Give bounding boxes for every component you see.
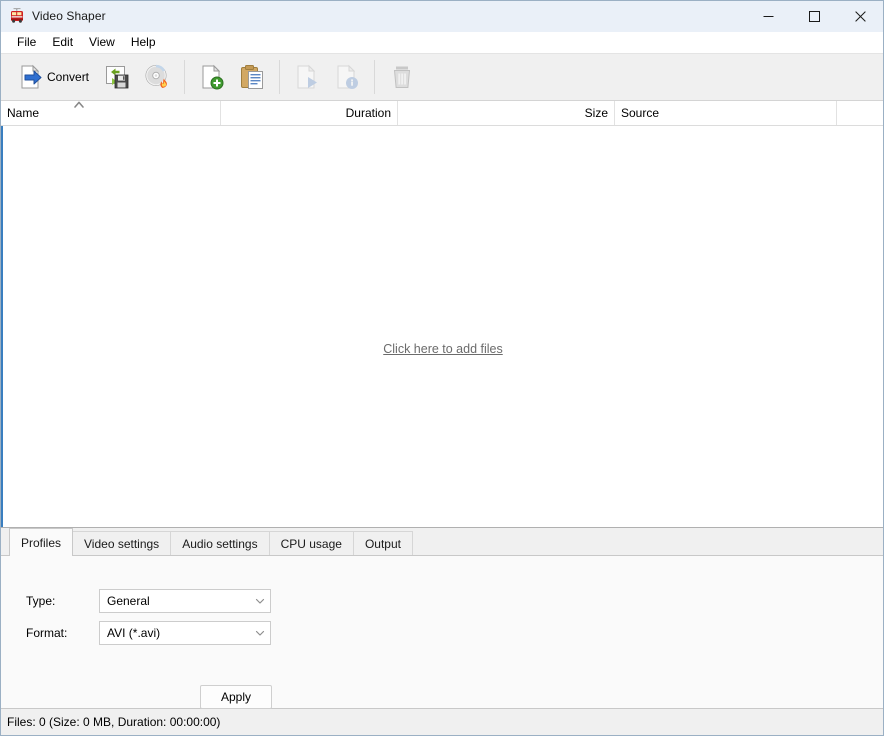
delete-button bbox=[382, 56, 422, 98]
app-window: Video Shaper File Edit View Help Convert… bbox=[0, 0, 884, 736]
page-info-icon bbox=[337, 64, 359, 89]
menu-item-file[interactable]: File bbox=[9, 33, 44, 52]
minimize-button[interactable] bbox=[745, 1, 791, 31]
file-list[interactable]: Click here to add files bbox=[1, 126, 883, 527]
apply-button-label: Apply bbox=[220, 690, 252, 704]
column-header-size-label: Size bbox=[584, 106, 608, 120]
column-header-duration[interactable]: Duration bbox=[221, 101, 398, 125]
tab-output[interactable]: Output bbox=[352, 531, 413, 556]
window-controls bbox=[745, 1, 883, 31]
maximize-button[interactable] bbox=[791, 1, 837, 31]
toolbar-separator bbox=[184, 60, 186, 94]
tab-strip: Profiles Video settings Audio settings C… bbox=[1, 528, 883, 556]
chevron-down-icon bbox=[255, 598, 265, 604]
page-play-icon bbox=[297, 64, 318, 89]
save-floppy-icon bbox=[106, 66, 129, 89]
column-header-duration-label: Duration bbox=[345, 106, 391, 120]
tram-icon bbox=[9, 8, 25, 24]
tab-video-settings[interactable]: Video settings bbox=[72, 531, 172, 556]
apply-button[interactable]: Apply bbox=[200, 685, 272, 709]
convert-button[interactable]: Convert bbox=[7, 56, 97, 98]
chevron-down-icon bbox=[255, 630, 265, 636]
window-title: Video Shaper bbox=[32, 9, 106, 23]
file-info-button bbox=[327, 56, 367, 98]
tab-audio-settings-label: Audio settings bbox=[182, 537, 258, 551]
add-files-hint: Click here to add files bbox=[3, 342, 883, 356]
add-files-button[interactable] bbox=[192, 56, 232, 98]
tab-profiles-label: Profiles bbox=[21, 535, 62, 550]
type-label: Type: bbox=[26, 594, 56, 608]
status-text: Files: 0 (Size: 0 MB, Duration: 00:00:00… bbox=[7, 715, 221, 729]
tab-cpu-usage[interactable]: CPU usage bbox=[268, 531, 354, 556]
type-select[interactable]: General bbox=[99, 589, 271, 613]
format-select[interactable]: AVI (*.avi) bbox=[99, 621, 271, 645]
menu-item-edit[interactable]: Edit bbox=[44, 33, 81, 52]
status-bar: Files: 0 (Size: 0 MB, Duration: 00:00:00… bbox=[1, 708, 883, 735]
convert-button-label: Convert bbox=[47, 70, 90, 84]
column-header-extra[interactable] bbox=[837, 101, 883, 125]
settings-panel: Profiles Video settings Audio settings C… bbox=[1, 527, 883, 709]
tab-output-label: Output bbox=[364, 537, 401, 551]
sort-ascending-icon bbox=[73, 101, 84, 108]
minimize-icon bbox=[763, 15, 773, 17]
column-header-source-label: Source bbox=[621, 106, 660, 120]
column-header-name[interactable]: Name bbox=[1, 101, 221, 125]
column-header-source[interactable]: Source bbox=[615, 101, 837, 125]
tab-cpu-usage-label: CPU usage bbox=[280, 537, 342, 551]
toolbar: Convert bbox=[1, 53, 883, 101]
close-icon bbox=[854, 10, 866, 22]
title-bar: Video Shaper bbox=[1, 1, 883, 32]
menu-bar: File Edit View Help bbox=[1, 32, 883, 53]
type-row: Type: General bbox=[26, 589, 271, 613]
trash-icon bbox=[393, 66, 411, 88]
cd-burn-icon bbox=[145, 64, 167, 88]
type-select-value: General bbox=[107, 594, 150, 608]
file-list-header: Name Duration Size Source bbox=[1, 101, 883, 126]
format-row: Format: AVI (*.avi) bbox=[26, 621, 271, 645]
format-select-value: AVI (*.avi) bbox=[107, 626, 161, 640]
format-label: Format: bbox=[26, 626, 68, 640]
toolbar-separator bbox=[374, 60, 376, 94]
column-header-size[interactable]: Size bbox=[398, 101, 615, 125]
save-profile-button[interactable] bbox=[97, 56, 137, 98]
page-add-icon bbox=[202, 64, 224, 90]
maximize-icon bbox=[808, 10, 820, 22]
add-files-link[interactable]: Click here to add files bbox=[383, 342, 503, 356]
tab-video-settings-label: Video settings bbox=[84, 537, 160, 551]
paste-button[interactable] bbox=[232, 56, 272, 98]
column-header-name-label: Name bbox=[7, 106, 40, 120]
menu-item-help[interactable]: Help bbox=[123, 33, 164, 52]
convert-page-arrow-icon bbox=[21, 64, 42, 89]
play-button bbox=[287, 56, 327, 98]
menu-item-view[interactable]: View bbox=[81, 33, 123, 52]
tab-profiles[interactable]: Profiles bbox=[9, 528, 74, 556]
close-button[interactable] bbox=[837, 1, 883, 31]
toolbar-separator bbox=[279, 60, 281, 94]
clipboard-paste-icon bbox=[241, 65, 264, 89]
burn-disc-button[interactable] bbox=[137, 56, 177, 98]
focus-rail bbox=[1, 126, 3, 527]
tab-panel-profiles: Type: General Format: AVI (*.avi) Apply bbox=[1, 555, 883, 709]
tab-audio-settings[interactable]: Audio settings bbox=[170, 531, 270, 556]
